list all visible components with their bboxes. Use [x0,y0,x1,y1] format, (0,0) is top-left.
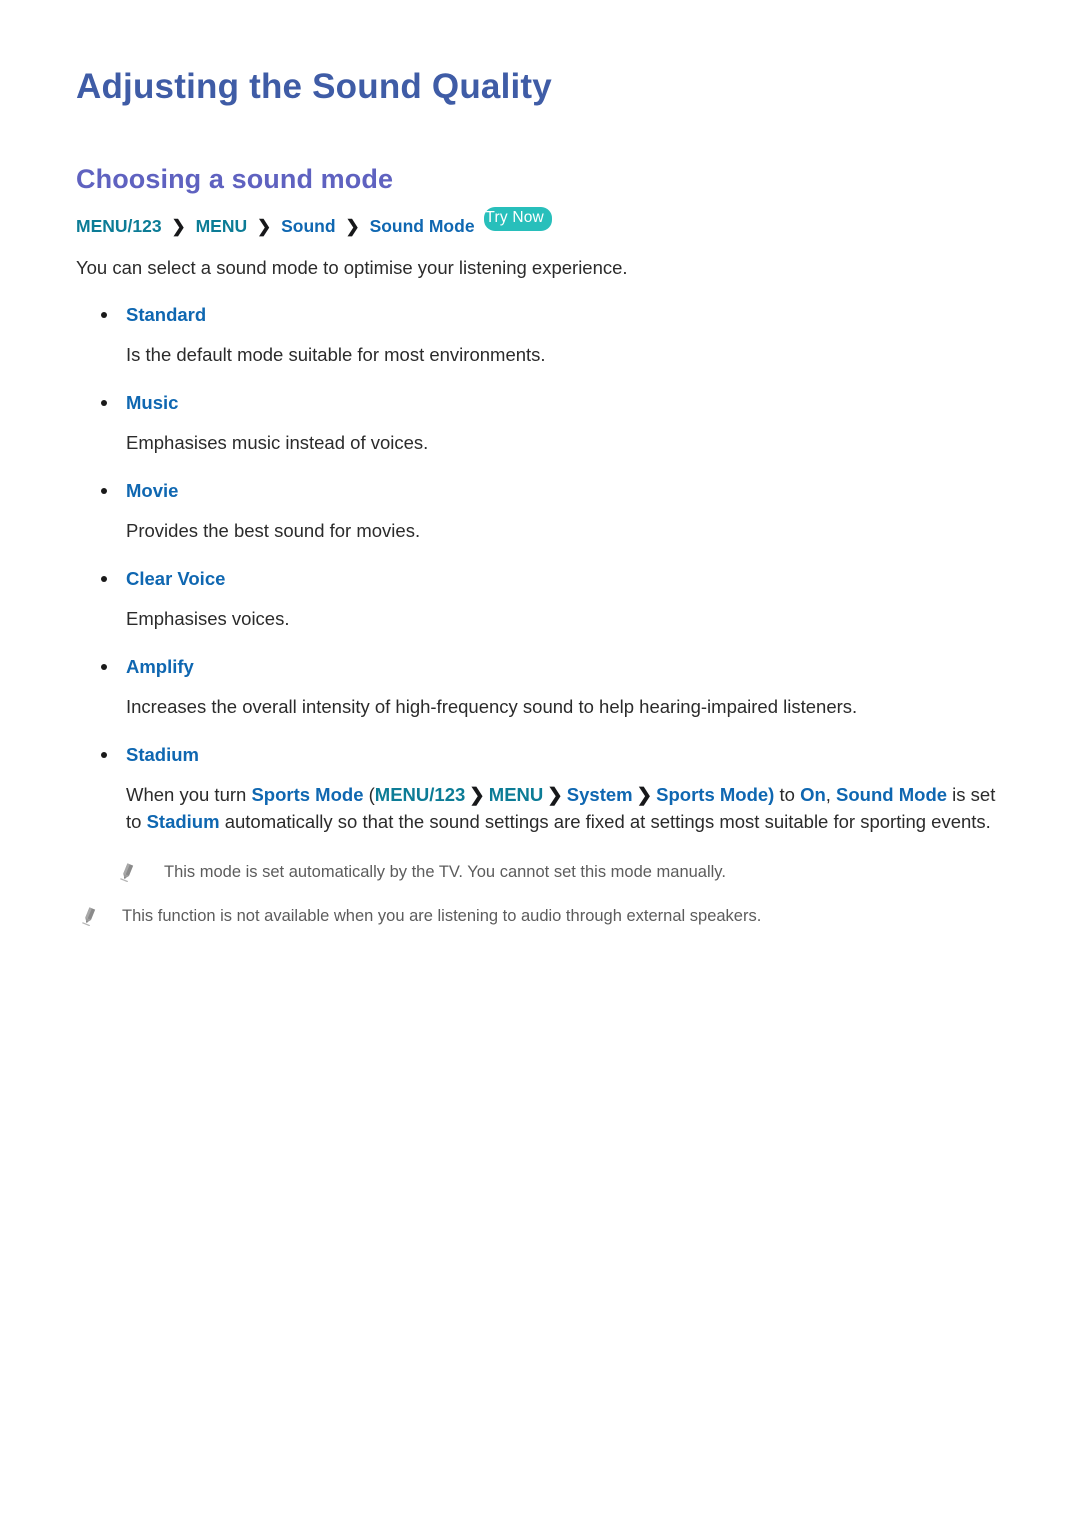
breadcrumb-item-menu123[interactable]: MENU/123 [76,216,162,236]
mode-label-amplify: Amplify [76,655,1004,679]
note-text: This function is not available when you … [122,907,762,926]
separator-icon: ❯ [469,783,485,805]
list-item: Amplify Increases the overall intensity … [76,655,1004,721]
term-sports-mode-2: Sports Mode [656,783,769,805]
term-sports-mode: Sports Mode [251,783,364,805]
list-item: Clear Voice Emphasises voices. [76,567,1004,633]
breadcrumb-item-sound[interactable]: Sound [281,216,335,236]
mode-description: Increases the overall intensity of high-… [126,695,858,717]
note-text: This mode is set automatically by the TV… [164,863,726,882]
separator-icon: ❯ [636,783,653,805]
document-page: Adjusting the Sound Quality Choosing a s… [0,0,1080,1527]
bullet-icon [101,751,107,758]
intro-paragraph: You can select a sound mode to optimise … [76,256,628,278]
stadium-description: When you turn Sports Mode (MENU/123 ❯ MENU… [76,782,1004,836]
mode-label-clear-voice: Clear Voice [76,567,1004,591]
text-fragment: to [774,783,801,805]
mode-description: Emphasises music instead of voices. [126,432,429,454]
mode-description: Emphasises voices. [126,607,290,629]
breadcrumb-item-menu[interactable]: MENU [196,216,248,236]
mode-description: Provides the best sound for movies. [126,520,421,542]
bullet-icon [101,400,107,407]
mode-name: Clear Voice [126,567,226,589]
list-item: Movie Provides the best sound for movies… [76,479,1004,545]
pencil-icon [81,907,98,927]
bullet-icon [101,488,107,495]
term-menu123: MENU/123 [374,783,466,805]
bullet-icon [101,575,107,582]
term-system: System [566,783,633,805]
separator-icon: ❯ [547,783,563,805]
breadcrumb-separator-icon: ❯ [345,216,360,236]
mode-description: Is the default mode suitable for most en… [126,344,546,366]
mode-label-music: Music [76,391,1004,415]
page-title: Adjusting the Sound Quality [76,67,552,106]
mode-label-standard: Standard [76,303,1004,327]
breadcrumb: MENU/123 ❯ MENU ❯ Sound ❯ Sound Mode Try… [76,196,1004,239]
mode-label-stadium: Stadium [76,743,1004,767]
text-fragment: , [825,783,837,805]
breadcrumb-separator-icon: ❯ [171,216,186,236]
mode-label-movie: Movie [76,479,1004,503]
sound-mode-list: Standard Is the default mode suitable fo… [76,303,1004,835]
text-fragment: ( [363,783,375,805]
bullet-icon [101,312,107,319]
term-on: On [800,783,826,805]
term-stadium: Stadium [146,810,220,832]
mode-name: Music [126,392,179,414]
mode-name: Standard [126,304,207,326]
term-sound-mode: Sound Mode [836,783,948,805]
mode-name: Stadium [126,743,199,765]
text-fragment: automatically so that the sound settings… [219,810,991,832]
text-fragment: When you turn [126,783,252,805]
bullet-icon [101,663,107,670]
section-heading: Choosing a sound mode [76,164,394,195]
term-menu: MENU [488,783,544,805]
breadcrumb-item-sound-mode[interactable]: Sound Mode [370,216,475,236]
pencil-icon [119,863,136,883]
note-row: This function is not available when you … [76,905,1004,929]
mode-name: Movie [126,480,179,502]
mode-name: Amplify [126,655,194,677]
list-item: Standard Is the default mode suitable fo… [76,303,1004,369]
try-now-badge[interactable]: Try Now [484,206,552,231]
breadcrumb-separator-icon: ❯ [257,216,272,236]
list-item: Stadium When you turn Sports Mode (MENU/… [76,743,1004,836]
note-row: This mode is set automatically by the TV… [76,861,1004,885]
list-item: Music Emphasises music instead of voices… [76,391,1004,457]
